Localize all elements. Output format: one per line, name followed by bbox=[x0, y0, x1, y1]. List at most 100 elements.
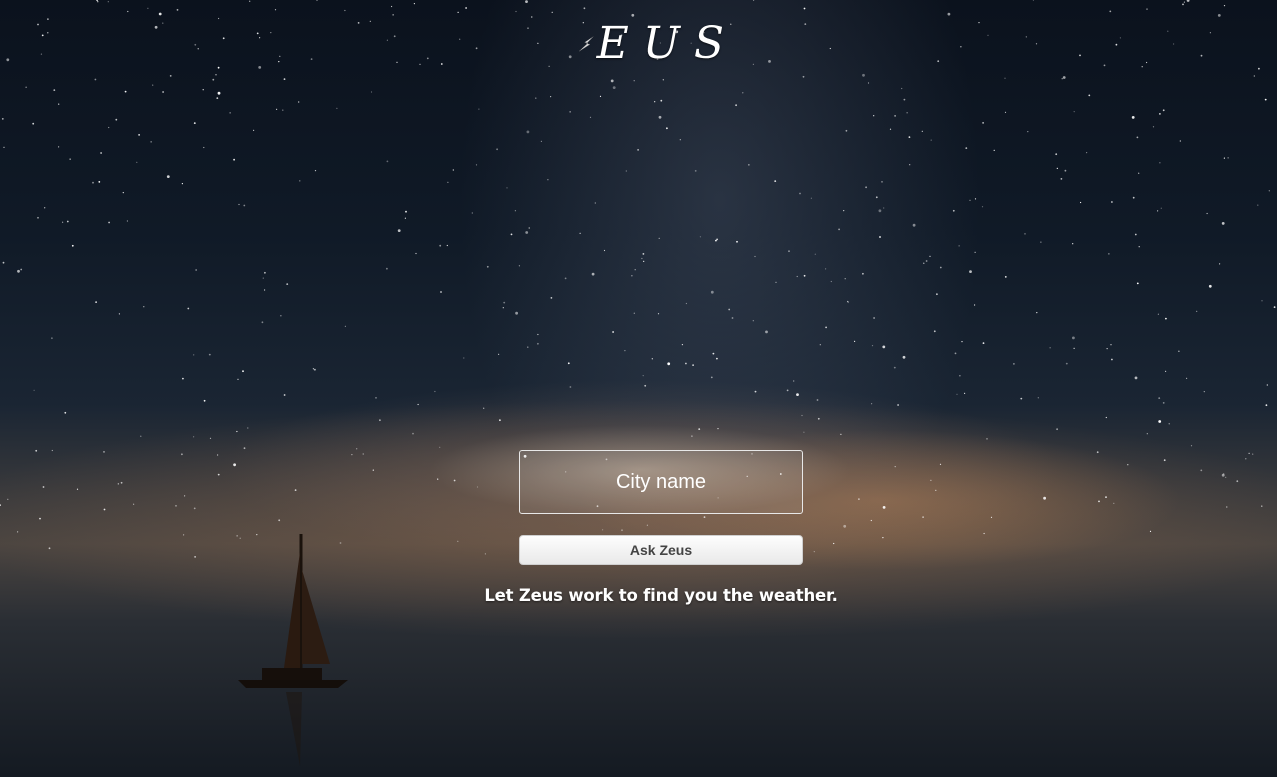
ask-zeus-button[interactable]: Ask Zeus bbox=[519, 535, 803, 565]
star bbox=[1004, 77, 1006, 79]
star bbox=[1056, 167, 1058, 169]
star bbox=[862, 272, 864, 275]
background-scene: EUS Ask Zeus Let Zeus work to find you t… bbox=[0, 0, 1277, 777]
star bbox=[280, 315, 282, 317]
star bbox=[393, 35, 396, 38]
star bbox=[810, 197, 813, 199]
star bbox=[1088, 94, 1091, 97]
star bbox=[731, 317, 734, 319]
star bbox=[612, 331, 614, 333]
star bbox=[133, 503, 135, 505]
star bbox=[752, 320, 754, 322]
star bbox=[752, 63, 755, 65]
star bbox=[830, 280, 832, 283]
star bbox=[1141, 66, 1143, 68]
star bbox=[1226, 506, 1228, 508]
star bbox=[658, 115, 662, 119]
star bbox=[959, 375, 961, 377]
star bbox=[775, 281, 777, 283]
star bbox=[1196, 310, 1198, 312]
star bbox=[237, 378, 239, 380]
star bbox=[194, 43, 197, 46]
star bbox=[1252, 453, 1254, 455]
star bbox=[182, 377, 184, 380]
star bbox=[906, 112, 908, 114]
star bbox=[1073, 111, 1075, 113]
star bbox=[39, 517, 41, 520]
star bbox=[912, 223, 916, 227]
star bbox=[875, 196, 878, 199]
star bbox=[412, 432, 414, 435]
star bbox=[796, 393, 799, 396]
star bbox=[882, 345, 886, 349]
star bbox=[1056, 428, 1058, 431]
star bbox=[247, 427, 249, 429]
star bbox=[1157, 210, 1159, 212]
star bbox=[902, 355, 906, 359]
star bbox=[712, 352, 715, 355]
star bbox=[881, 181, 883, 183]
star bbox=[1020, 397, 1023, 400]
star bbox=[162, 22, 164, 24]
star bbox=[882, 537, 884, 539]
star bbox=[922, 516, 924, 518]
star bbox=[753, 0, 755, 1]
star bbox=[871, 403, 873, 405]
star bbox=[547, 179, 549, 181]
star bbox=[1108, 253, 1110, 255]
star bbox=[982, 122, 984, 124]
star bbox=[698, 428, 701, 430]
star bbox=[1109, 10, 1112, 13]
star bbox=[602, 529, 604, 531]
star bbox=[124, 90, 127, 93]
star bbox=[3, 146, 5, 148]
star bbox=[799, 192, 801, 195]
star bbox=[952, 209, 955, 212]
star bbox=[935, 489, 937, 491]
city-name-input[interactable] bbox=[519, 450, 803, 514]
star bbox=[642, 253, 645, 255]
star bbox=[415, 252, 417, 255]
star bbox=[716, 238, 718, 241]
star bbox=[965, 147, 968, 150]
star bbox=[150, 141, 152, 143]
star bbox=[867, 82, 870, 84]
star bbox=[184, 495, 186, 497]
star bbox=[370, 91, 373, 93]
star bbox=[312, 368, 314, 370]
star bbox=[115, 118, 118, 121]
star bbox=[483, 407, 485, 409]
star bbox=[660, 99, 663, 102]
star bbox=[1162, 402, 1165, 404]
star bbox=[691, 435, 693, 438]
star bbox=[1105, 416, 1107, 419]
star bbox=[1209, 32, 1211, 34]
star bbox=[1253, 75, 1255, 77]
star bbox=[716, 357, 718, 360]
star bbox=[894, 115, 896, 117]
star bbox=[735, 104, 737, 107]
star bbox=[1261, 505, 1263, 507]
star bbox=[954, 352, 957, 355]
sailboat-silhouette bbox=[238, 534, 348, 766]
star bbox=[126, 220, 128, 222]
star bbox=[651, 358, 653, 360]
star bbox=[138, 134, 141, 136]
star bbox=[814, 253, 816, 255]
star bbox=[386, 39, 388, 41]
star bbox=[939, 463, 942, 465]
star bbox=[1025, 36, 1027, 38]
star bbox=[2, 261, 5, 264]
star bbox=[419, 63, 421, 65]
star bbox=[175, 505, 177, 507]
star bbox=[212, 78, 215, 81]
star bbox=[51, 449, 53, 452]
star bbox=[69, 158, 71, 160]
star bbox=[439, 244, 442, 247]
star bbox=[537, 342, 539, 345]
star bbox=[879, 236, 881, 238]
star bbox=[679, 139, 681, 141]
star bbox=[71, 244, 74, 247]
star bbox=[1178, 350, 1180, 352]
star bbox=[631, 13, 635, 17]
